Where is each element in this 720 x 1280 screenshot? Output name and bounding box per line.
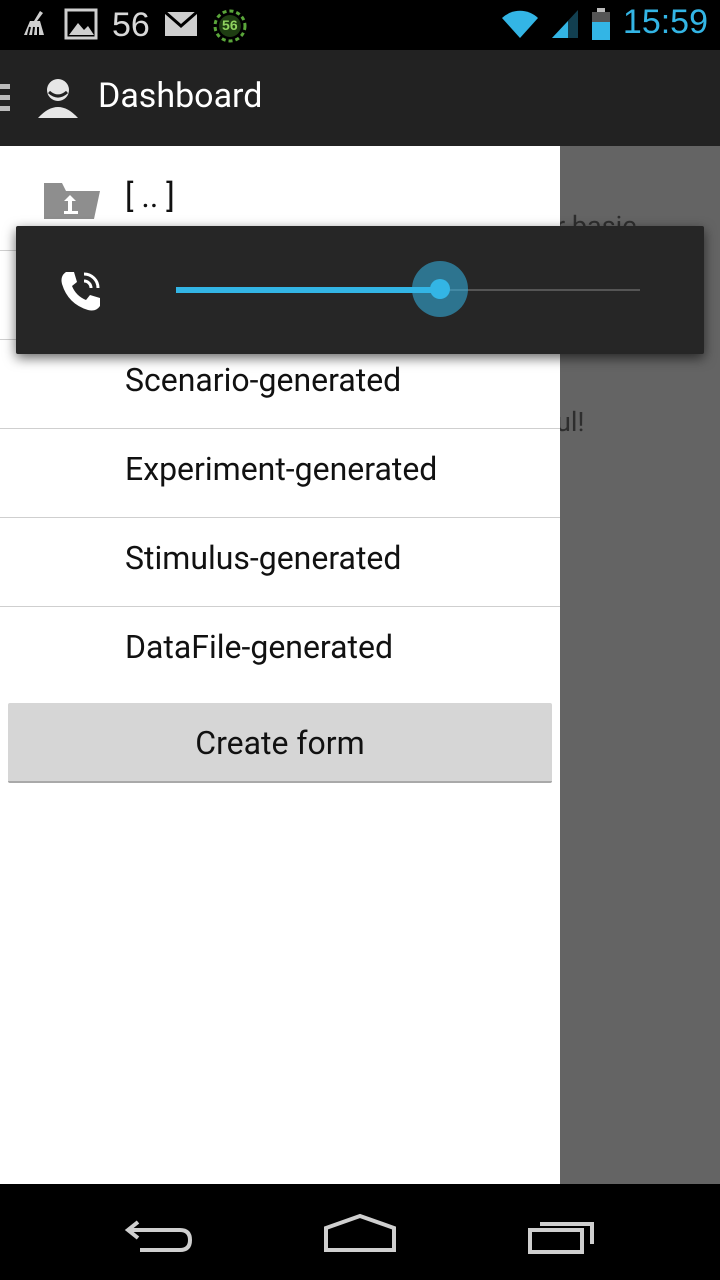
badge-count: 56: [222, 16, 238, 33]
status-bar: 56 56 15:59: [0, 0, 720, 50]
volume-popup: [16, 226, 704, 354]
page-title: Dashboard: [98, 76, 263, 116]
battery-icon: [590, 8, 612, 44]
list-item-label: DataFile-generated: [125, 628, 394, 666]
volume-slider-fill: [176, 287, 441, 293]
list-item-experiment[interactable]: Experiment-generated: [0, 430, 560, 518]
cleaner-icon: [20, 9, 50, 43]
list-item-label: Stimulus-generated: [125, 539, 402, 577]
list-item-label: Scenario-generated: [125, 361, 402, 399]
navigation-bar: [0, 1184, 720, 1280]
recent-apps-icon[interactable]: [526, 1216, 598, 1258]
signal-icon: [550, 8, 580, 44]
list-item-label: Experiment-generated: [125, 450, 438, 488]
notification-count: 56: [112, 6, 150, 44]
wifi-icon: [500, 8, 540, 44]
phone-ring-icon: [56, 266, 106, 320]
list-item-label: [ .. ]: [125, 177, 175, 215]
volume-slider-thumb[interactable]: [412, 261, 469, 317]
folder-up-icon: [42, 177, 102, 223]
create-form-button[interactable]: Create form: [8, 703, 552, 783]
action-bar: Dashboard: [0, 50, 720, 146]
list-item-scenario[interactable]: Scenario-generated: [0, 341, 560, 429]
list-item-datafile[interactable]: DataFile-generated: [0, 608, 560, 696]
clock: 15:59: [622, 3, 708, 41]
screen: 56 56 15:59 Dashboard ul! [..] Scenari…: [0, 0, 720, 1280]
badge-icon: 56: [212, 8, 248, 44]
back-icon[interactable]: [124, 1214, 196, 1258]
mail-icon: [163, 10, 198, 41]
list-item-stimulus[interactable]: Stimulus-generated: [0, 519, 560, 607]
drawer-toggle-icon[interactable]: [0, 84, 10, 117]
image-icon: [64, 7, 98, 45]
home-icon[interactable]: [322, 1212, 398, 1258]
person-icon[interactable]: [36, 76, 80, 124]
background-text-2: ul!: [556, 406, 585, 438]
